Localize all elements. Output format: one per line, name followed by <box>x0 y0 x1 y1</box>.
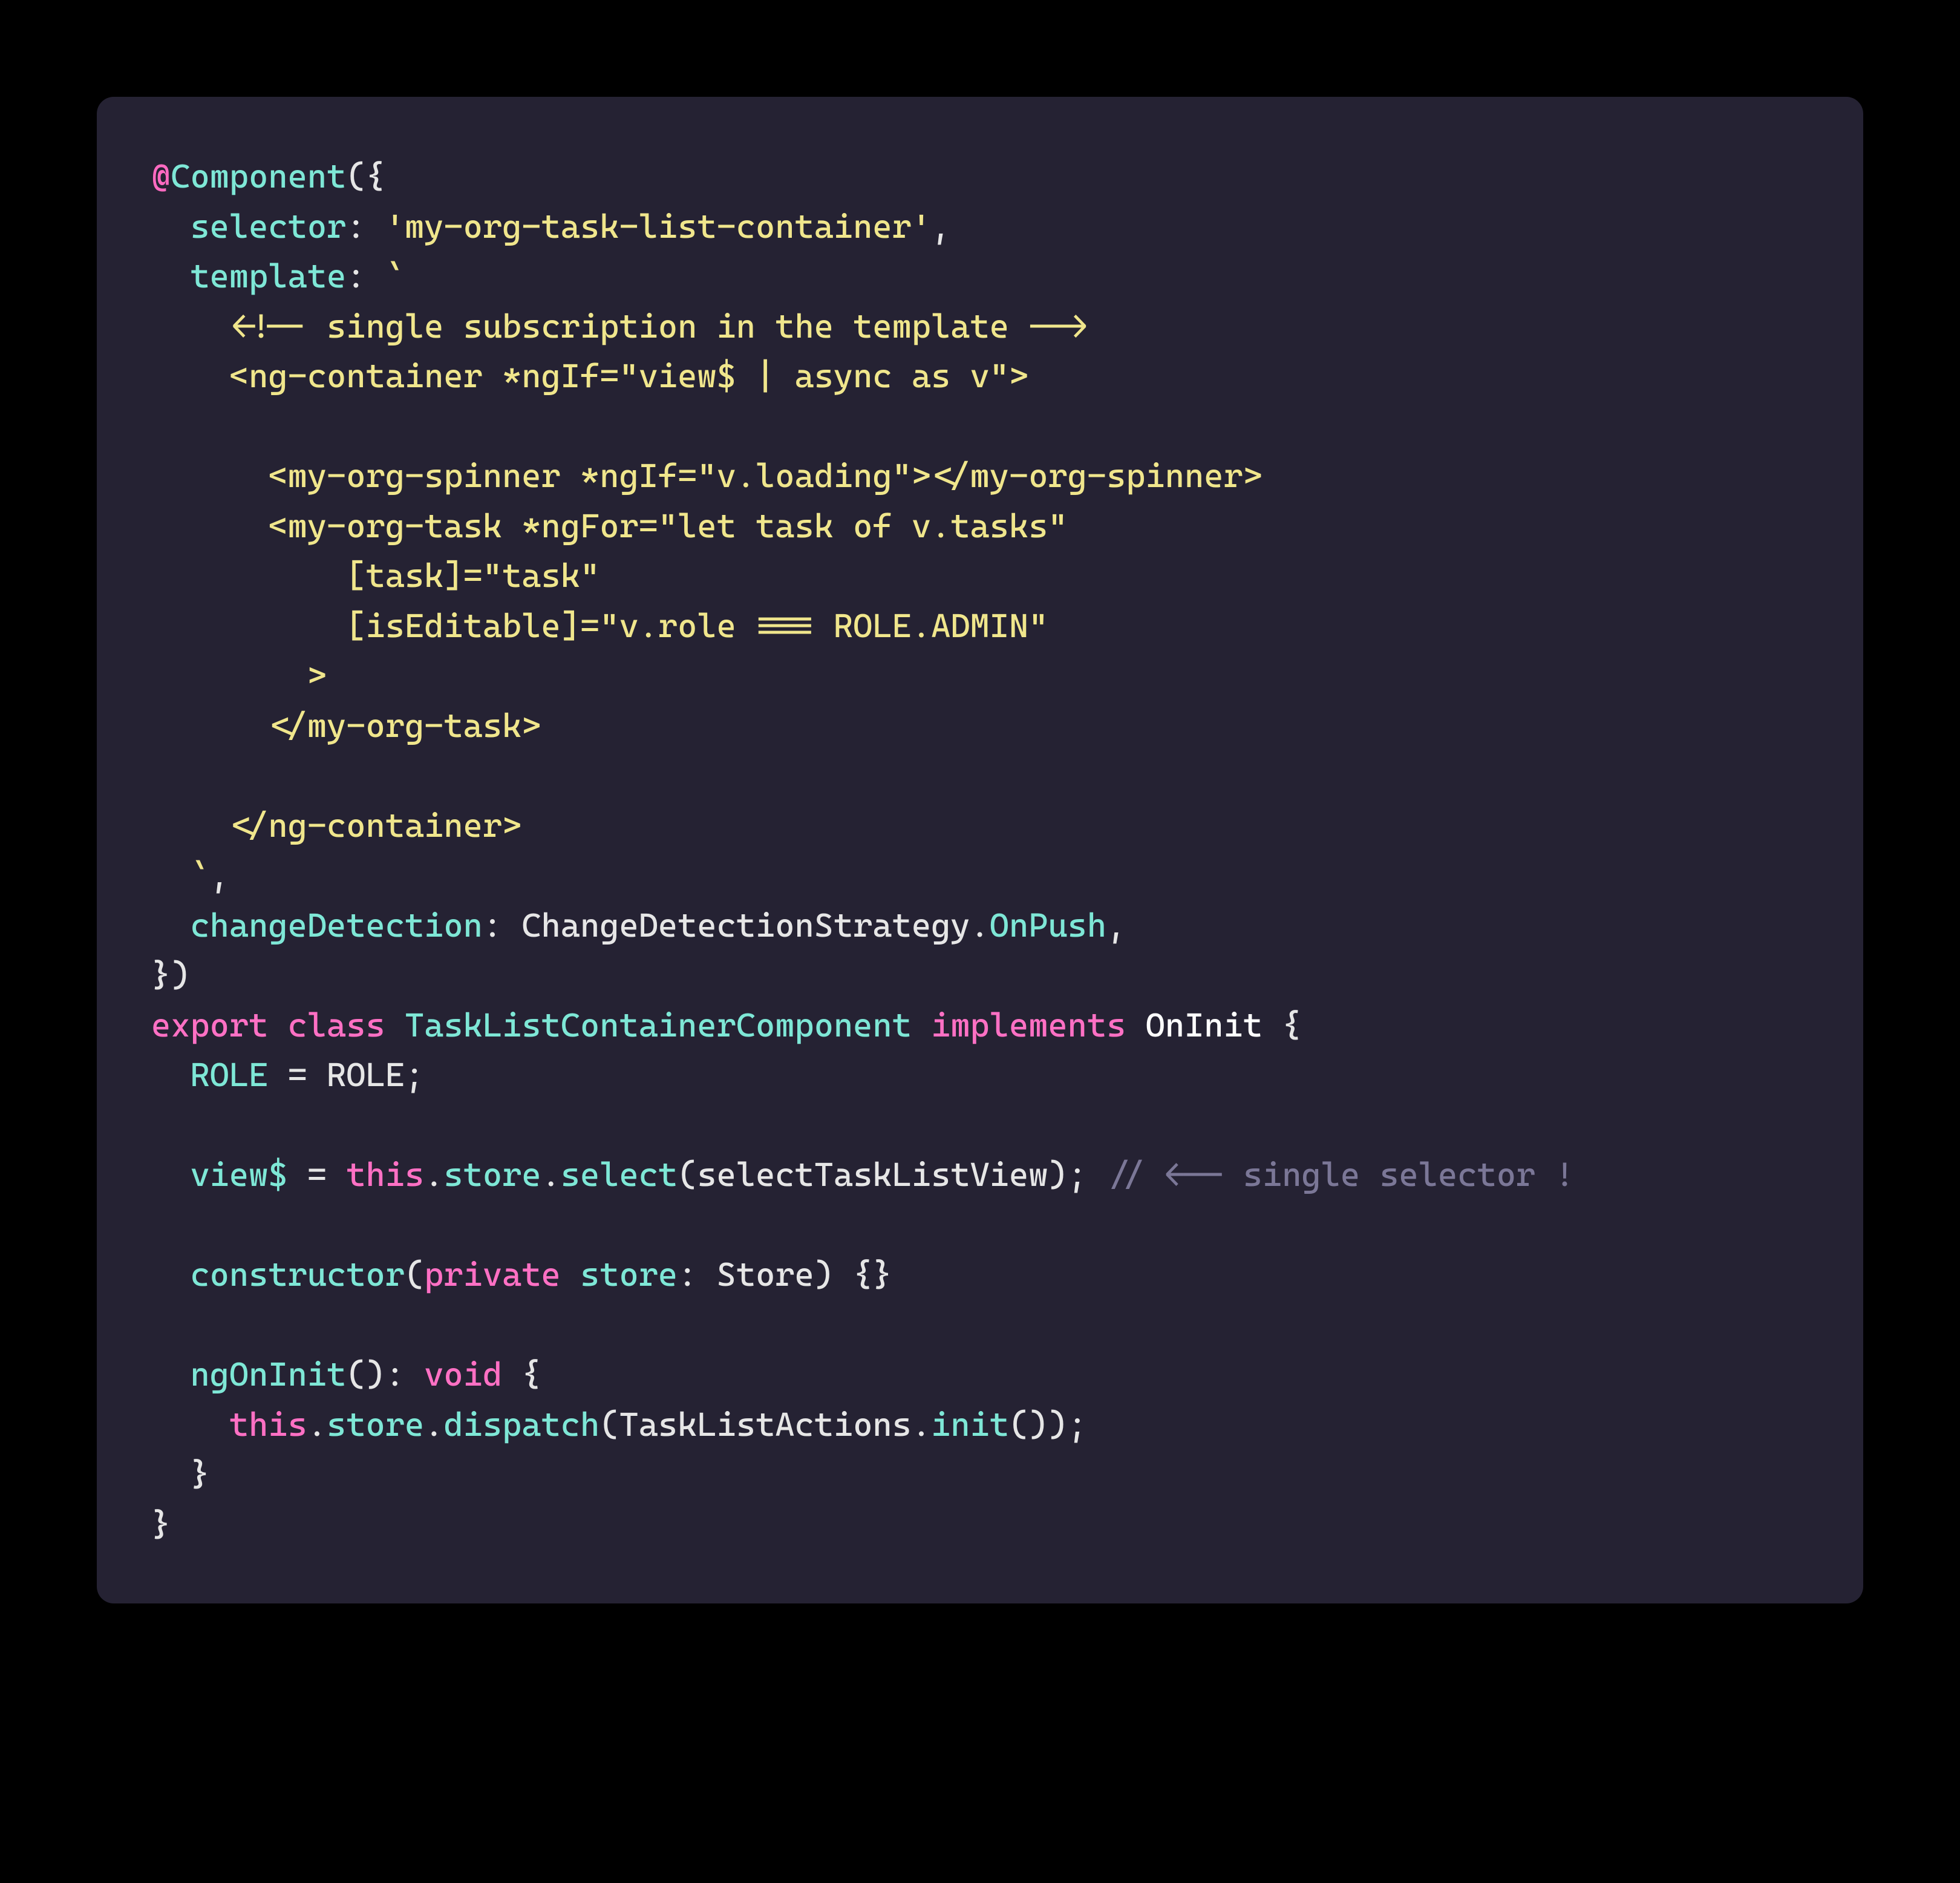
prop-store: store <box>327 1405 424 1444</box>
code-block: @Component({ selector: 'my-org-task-list… <box>151 151 1809 1549</box>
ident-role: ROLE <box>327 1055 405 1094</box>
equals: = <box>288 1155 347 1194</box>
paren-close: ); <box>1048 1155 1106 1194</box>
page-frame: @Component({ selector: 'my-org-task-list… <box>0 0 1960 1883</box>
backtick-open: ` <box>385 257 405 295</box>
brace-close: } <box>151 1505 171 1544</box>
selector-fn: selectTaskListView <box>697 1155 1048 1194</box>
dot: . <box>541 1155 561 1194</box>
close-decorator: }) <box>151 955 190 994</box>
interface-name: OnInit <box>1146 1006 1263 1044</box>
template-line: > <box>151 656 327 695</box>
kw-void: void <box>424 1355 502 1393</box>
dot: . <box>424 1405 443 1444</box>
indent <box>151 856 190 894</box>
dot: . <box>307 1405 327 1444</box>
indent <box>151 207 190 246</box>
indent <box>151 1155 190 1194</box>
space <box>385 1006 405 1044</box>
space <box>912 1006 931 1044</box>
ident: ChangeDetectionStrategy <box>521 906 970 945</box>
indent <box>151 1405 229 1444</box>
method-init: init <box>931 1405 1009 1444</box>
sig: (): <box>346 1355 424 1393</box>
at-sign: @ <box>151 157 171 195</box>
semi: ; <box>405 1055 424 1094</box>
field-role: ROLE <box>190 1055 268 1094</box>
paren-open: ( <box>599 1405 619 1444</box>
actions-class: TaskListActions <box>619 1405 911 1444</box>
template-line: <my-org-spinner *ngIf="v.loading"></my-o… <box>151 456 1263 495</box>
template-line: </my-org-task> <box>151 706 541 745</box>
template-line: </ng-container> <box>151 806 521 845</box>
kw-class: class <box>288 1006 385 1044</box>
space <box>561 1255 580 1294</box>
prop-store: store <box>443 1155 541 1194</box>
colon: : <box>346 207 385 246</box>
kw-this: this <box>229 1405 307 1444</box>
indent <box>151 257 190 295</box>
type-store: Store <box>717 1255 814 1294</box>
paren-open: ( <box>405 1255 424 1294</box>
method-ngoninit: ngOnInit <box>190 1355 346 1393</box>
comma: , <box>210 856 229 894</box>
method-dispatch: dispatch <box>443 1405 599 1444</box>
code-card: @Component({ selector: 'my-org-task-list… <box>97 97 1863 1603</box>
brace-close: } <box>151 1455 210 1493</box>
indent <box>151 906 190 945</box>
prop-change-detection: changeDetection <box>190 906 482 945</box>
colon: : <box>483 906 521 945</box>
constructor-kw: constructor <box>190 1255 405 1294</box>
template-line: [task]="task" <box>151 556 599 595</box>
decorator-name: Component <box>171 157 346 195</box>
comma: , <box>1106 906 1126 945</box>
dot: . <box>970 906 990 945</box>
field-view: view$ <box>190 1155 287 1194</box>
colon: : <box>678 1255 716 1294</box>
template-line: <ng-container *ngIf="view$ | async as v"… <box>151 356 1028 395</box>
param-store: store <box>580 1255 678 1294</box>
comment-single-selector: // <-- single selector ! <box>1106 1155 1574 1194</box>
method-select: select <box>561 1155 678 1194</box>
enum-value: OnPush <box>990 906 1106 945</box>
prop-selector: selector <box>190 207 346 246</box>
kw-private: private <box>424 1255 561 1294</box>
paren-open: ( <box>678 1155 697 1194</box>
class-name: TaskListContainerComponent <box>405 1006 912 1044</box>
kw-implements: implements <box>931 1006 1126 1044</box>
call-close: ()); <box>1009 1405 1087 1444</box>
indent <box>151 1255 190 1294</box>
kw-this: this <box>346 1155 424 1194</box>
backtick-close: ` <box>190 856 209 894</box>
space <box>1126 1006 1145 1044</box>
brace-open: { <box>1263 1006 1301 1044</box>
punct: ({ <box>346 157 385 195</box>
template-line: [isEditable]="v.role === ROLE.ADMIN" <box>151 606 1048 645</box>
prop-template: template <box>190 257 346 295</box>
indent <box>151 1355 190 1393</box>
template-line: <!-- single subscription in the template… <box>151 307 1087 345</box>
ctor-close: ) {} <box>814 1255 892 1294</box>
colon: : <box>346 257 385 295</box>
space <box>268 1006 287 1044</box>
template-line: <my-org-task *ngFor="let task of v.tasks… <box>151 506 1068 545</box>
selector-string: 'my-org-task-list-container' <box>385 207 931 246</box>
dot: . <box>912 1405 931 1444</box>
brace-open: { <box>502 1355 541 1393</box>
dot: . <box>424 1155 443 1194</box>
equals: = <box>268 1055 327 1094</box>
comma: , <box>931 207 950 246</box>
kw-export: export <box>151 1006 268 1044</box>
indent <box>151 1055 190 1094</box>
